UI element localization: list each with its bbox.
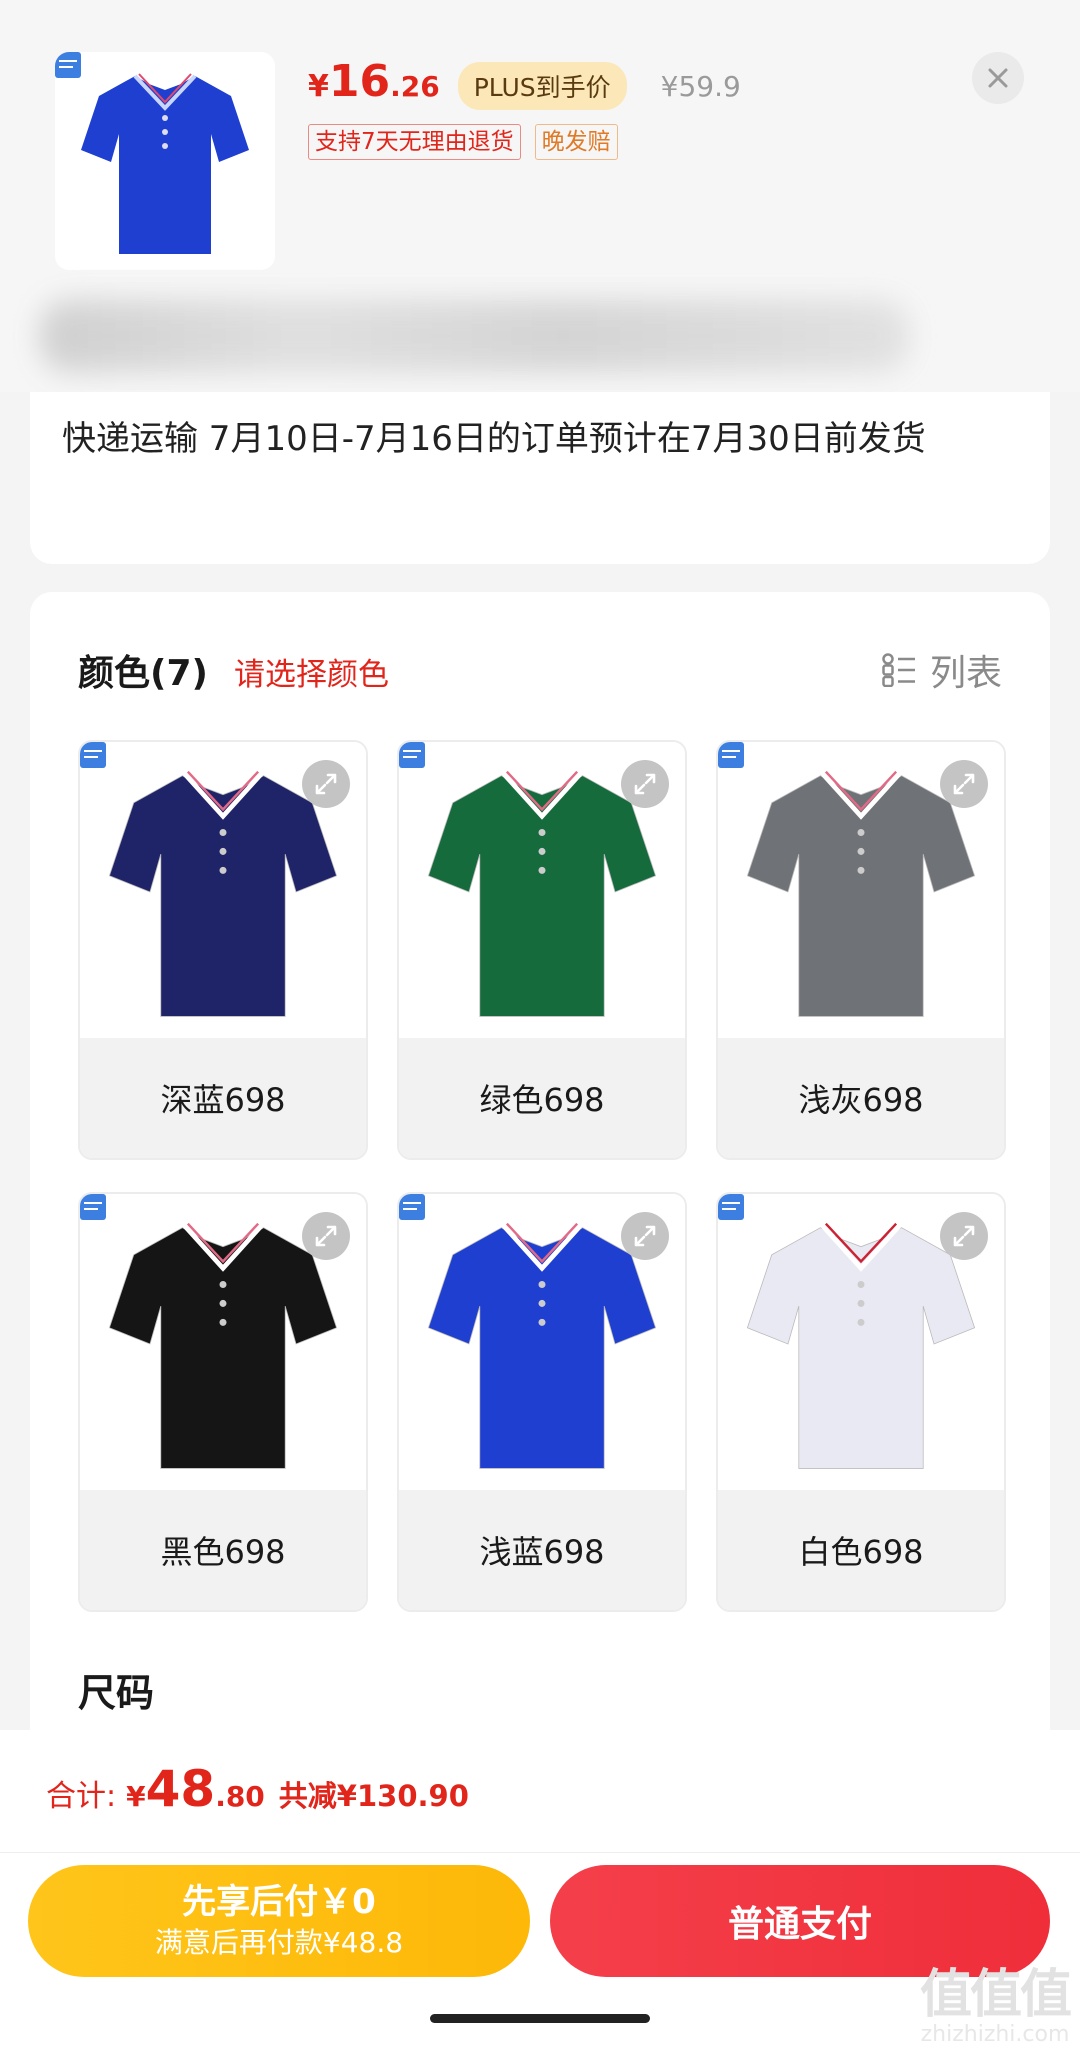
total-label: 合计: <box>46 1779 117 1814</box>
expand-icon <box>634 773 656 795</box>
expand-image-button[interactable] <box>940 1212 988 1260</box>
color-grid: 深蓝698 绿色698 浅灰698 黑色698 浅蓝698 白色698 <box>78 740 1006 1612</box>
brand-logo-icon <box>399 742 425 768</box>
normal-pay-label: 普通支付 <box>727 1904 872 1945</box>
color-select-hint: 请选择颜色 <box>233 657 389 693</box>
color-option[interactable]: 深蓝698 <box>78 740 368 1160</box>
color-option[interactable]: 浅灰698 <box>716 740 1006 1160</box>
current-price: ¥ 16 .26 <box>308 56 440 107</box>
shipping-text: 快递运输 7月10日-7月16日的订单预计在7月30日前发货 <box>62 419 926 459</box>
color-option-image <box>80 1194 366 1490</box>
price-decimal: .26 <box>390 70 440 103</box>
blurred-content <box>40 300 910 372</box>
site-watermark: 值值值 zhizhizhi.com <box>920 1965 1072 2048</box>
color-option-label: 黑色698 <box>80 1490 366 1610</box>
expand-icon <box>953 773 975 795</box>
price-integer: 16 <box>328 56 391 107</box>
brand-logo-icon <box>718 742 744 768</box>
total-integer: 48 <box>145 1760 216 1818</box>
expand-icon <box>315 773 337 795</box>
brand-logo-icon <box>80 1194 106 1220</box>
total-decimal: .80 <box>215 1780 265 1813</box>
total-symbol: ¥ <box>126 1780 146 1813</box>
color-option-label: 白色698 <box>718 1490 1004 1610</box>
watermark-logo: 值值值 <box>920 1965 1072 2025</box>
pay-later-button[interactable]: 先享后付￥0 满意后再付款¥48.8 <box>28 1865 530 1977</box>
close-icon <box>988 68 1008 88</box>
color-option-image <box>718 1194 1004 1490</box>
brand-logo-icon <box>80 742 106 768</box>
total-row: 合计: ¥ 48 .80 共减¥130.90 <box>46 1760 469 1818</box>
close-button[interactable] <box>972 52 1024 104</box>
expand-image-button[interactable] <box>621 1212 669 1260</box>
list-view-toggle[interactable]: 列表 <box>882 644 1002 696</box>
home-indicator[interactable] <box>430 2014 650 2023</box>
expand-image-button[interactable] <box>940 760 988 808</box>
color-option[interactable]: 黑色698 <box>78 1192 368 1612</box>
color-option-label: 绿色698 <box>399 1038 685 1158</box>
spec-selection-card: 颜色(7) 请选择颜色 列表 深蓝698 绿色698 浅灰698 黑色698 浅蓝698… <box>30 592 1050 1832</box>
color-option-label: 浅灰698 <box>718 1038 1004 1158</box>
shipping-info-card: 快递运输 7月10日-7月16日的订单预计在7月30日前发货 <box>30 392 1050 564</box>
plus-price-badge: PLUS到手价 <box>457 62 627 110</box>
expand-image-button[interactable] <box>621 760 669 808</box>
service-tags: 支持7天无理由退货 晚发赔 <box>308 124 618 160</box>
expand-icon <box>953 1225 975 1247</box>
product-thumbnail[interactable] <box>55 52 275 270</box>
original-price: ¥59.9 <box>660 69 741 103</box>
expand-icon <box>634 1225 656 1247</box>
checkout-bar: 合计: ¥ 48 .80 共减¥130.90 先享后付￥0 满意后再付款¥48.… <box>0 1730 1080 2055</box>
color-option[interactable]: 白色698 <box>716 1192 1006 1612</box>
total-saving: 共减¥130.90 <box>278 1779 469 1813</box>
pay-later-title: 先享后付￥0 <box>182 1882 376 1922</box>
color-option-image <box>80 742 366 1038</box>
color-option-label: 深蓝698 <box>80 1038 366 1158</box>
product-header: ¥ 16 .26 PLUS到手价 ¥59.9 支持7天无理由退货 晚发赔 <box>0 0 1080 392</box>
expand-image-button[interactable] <box>302 1212 350 1260</box>
divider <box>0 1852 1080 1853</box>
expand-icon <box>315 1225 337 1247</box>
price-row: ¥ 16 .26 PLUS到手价 ¥59.9 <box>308 56 741 116</box>
color-option-image <box>399 1194 685 1490</box>
color-option[interactable]: 浅蓝698 <box>397 1192 687 1612</box>
list-view-label: 列表 <box>929 653 1002 694</box>
color-option-label: 浅蓝698 <box>399 1490 685 1610</box>
normal-pay-button[interactable]: 普通支付 <box>550 1865 1050 1977</box>
size-section-title: 尺码 <box>78 1671 155 1715</box>
price-symbol: ¥ <box>308 69 329 104</box>
pay-later-subtitle: 满意后再付款¥48.8 <box>154 1926 404 1959</box>
late-delivery-tag: 晚发赔 <box>534 124 618 160</box>
color-option-image <box>399 742 685 1038</box>
color-section-title: 颜色(7) <box>78 653 208 694</box>
color-option[interactable]: 绿色698 <box>397 740 687 1160</box>
watermark-url: zhizhizhi.com <box>920 2022 1070 2047</box>
list-view-icon <box>882 653 915 687</box>
return-policy-tag: 支持7天无理由退货 <box>308 124 521 160</box>
polo-shirt-icon <box>81 73 249 254</box>
brand-logo-icon <box>399 1194 425 1220</box>
color-section-header: 颜色(7) 请选择颜色 <box>78 644 389 696</box>
color-option-image <box>718 742 1004 1038</box>
brand-logo-icon <box>718 1194 744 1220</box>
expand-image-button[interactable] <box>302 760 350 808</box>
